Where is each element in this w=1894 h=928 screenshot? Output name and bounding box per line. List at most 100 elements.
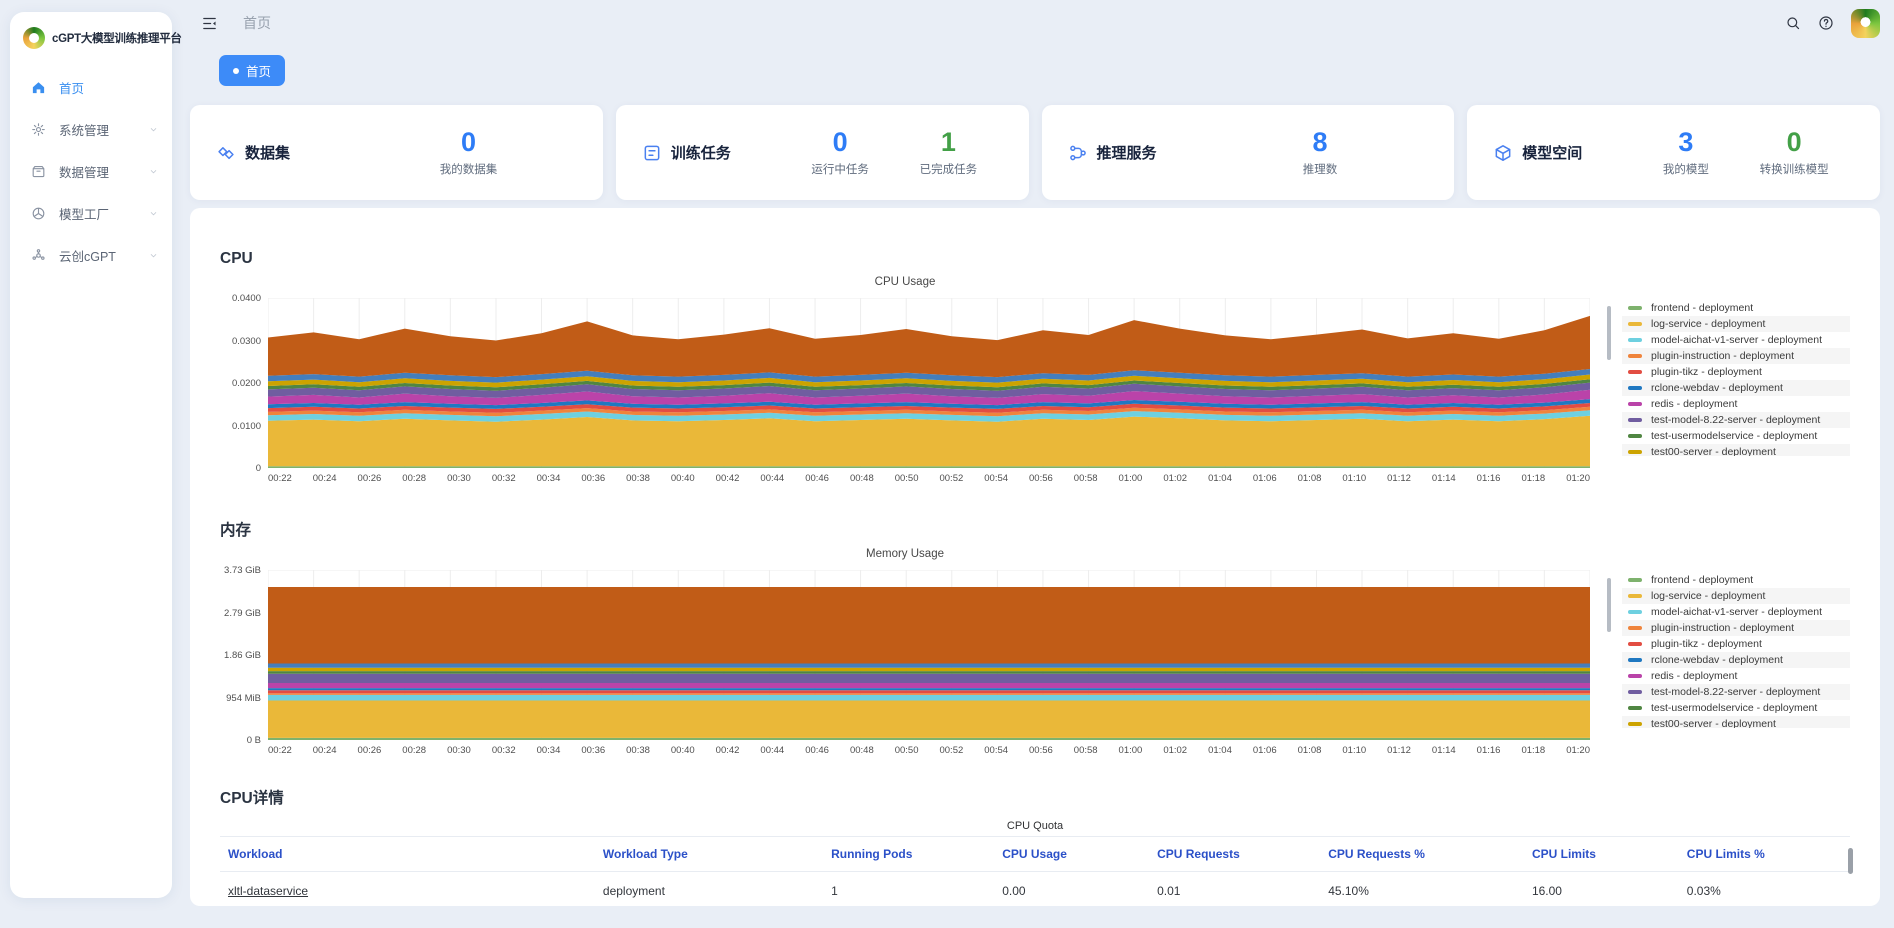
column-header: CPU Requests <box>1149 837 1320 872</box>
legend-item[interactable]: plugin-instruction - deployment <box>1622 620 1850 636</box>
workload-link[interactable]: xltl-dataservice <box>228 884 308 898</box>
dashboard-panel: CPUCPU Usage00.01000.02000.03000.040000:… <box>190 208 1880 906</box>
legend-item[interactable]: plugin-tikz - deployment <box>1622 364 1850 380</box>
legend-item[interactable]: test-usermodelservice - deployment <box>1622 700 1850 716</box>
stat-metric: 0转换训练模型 <box>1760 129 1829 177</box>
table-cell: 0.03% <box>1679 872 1850 907</box>
sidebar-menu: 首页系统管理数据管理模型工厂云创cGPT <box>10 67 172 275</box>
legend-item[interactable]: redis - deployment <box>1622 396 1850 412</box>
y-axis-tick: 0 <box>256 463 261 474</box>
x-axis-labels: 00:2200:2400:2600:2800:3000:3200:3400:36… <box>268 473 1590 484</box>
stat-card-title-text: 推理服务 <box>1097 142 1157 163</box>
cluster-icon <box>31 248 47 263</box>
legend-label: test-model-8.22-server - deployment <box>1651 414 1820 426</box>
search-icon[interactable] <box>1785 15 1801 31</box>
sidebar-item-3[interactable]: 模型工厂 <box>10 193 172 233</box>
legend-item[interactable]: frontend - deployment <box>1622 572 1850 588</box>
stat-metric: 3我的模型 <box>1663 129 1709 177</box>
legend-item[interactable]: log-service - deployment <box>1622 316 1850 332</box>
legend-item[interactable]: plugin-instruction - deployment <box>1622 348 1850 364</box>
legend-label: model-aichat-v1-server - deployment <box>1651 334 1822 346</box>
legend-item[interactable]: test-model-8.22-server - deployment <box>1622 684 1850 700</box>
x-axis-tick: 01:06 <box>1253 745 1277 756</box>
x-axis-tick: 00:26 <box>358 473 382 484</box>
y-axis-tick: 0.0300 <box>232 336 261 347</box>
legend-swatch <box>1628 386 1642 390</box>
stat-label: 我的模型 <box>1663 161 1709 177</box>
legend-swatch <box>1628 322 1642 326</box>
workload-cell: xltl-dataservice <box>220 872 595 907</box>
legend-label: plugin-tikz - deployment <box>1651 366 1762 378</box>
sidebar-collapse-icon[interactable] <box>201 15 218 32</box>
y-axis-tick: 0 B <box>247 735 261 746</box>
legend-item[interactable]: plugin-tikz - deployment <box>1622 636 1850 652</box>
legend-item[interactable]: test00-server - deployment <box>1622 444 1850 456</box>
x-axis-tick: 00:28 <box>402 745 426 756</box>
logo-row: cGPT大模型训练推理平台 <box>10 12 172 67</box>
x-axis-tick: 01:14 <box>1432 473 1456 484</box>
legend-swatch <box>1628 594 1642 598</box>
x-axis-tick: 00:26 <box>358 745 382 756</box>
x-axis-tick: 01:10 <box>1342 473 1366 484</box>
stat-card-title-text: 模型空间 <box>1522 142 1582 163</box>
x-axis-tick: 00:48 <box>850 745 874 756</box>
x-axis-tick: 01:16 <box>1477 745 1501 756</box>
inference-icon <box>1068 143 1088 163</box>
stat-label: 推理数 <box>1303 161 1338 177</box>
legend-item[interactable]: log-service - deployment <box>1622 588 1850 604</box>
table-scrollbar[interactable] <box>1848 848 1853 874</box>
x-axis-tick: 00:50 <box>895 745 919 756</box>
chart-title: Memory Usage <box>220 548 1590 560</box>
legend-item[interactable]: redis - deployment <box>1622 668 1850 684</box>
sidebar-item-0[interactable]: 首页 <box>10 67 172 107</box>
table-cell: deployment <box>595 872 823 907</box>
legend-item[interactable]: frontend - deployment <box>1622 300 1850 316</box>
sidebar-item-1[interactable]: 系统管理 <box>10 109 172 149</box>
stat-cards-row: 数据集0我的数据集训练任务0运行中任务1已完成任务推理服务8推理数模型空间3我的… <box>190 105 1880 200</box>
table-body: xltl-dataservicedeployment10.000.0145.10… <box>220 872 1850 907</box>
stat-metric: 0运行中任务 <box>811 129 869 177</box>
legend-label: test-model-8.22-server - deployment <box>1651 686 1820 698</box>
x-axis-tick: 00:28 <box>402 473 426 484</box>
avatar[interactable] <box>1851 9 1880 38</box>
stat-card-2: 推理服务8推理数 <box>1042 105 1455 200</box>
legend-item[interactable]: test-model-8.22-server - deployment <box>1622 412 1850 428</box>
help-icon[interactable] <box>1818 15 1834 31</box>
legend-swatch <box>1628 706 1642 710</box>
x-axis-tick: 01:10 <box>1342 745 1366 756</box>
x-axis-tick: 00:24 <box>313 745 337 756</box>
sidebar-item-2[interactable]: 数据管理 <box>10 151 172 191</box>
legend-scrollbar[interactable] <box>1607 578 1611 632</box>
legend-item[interactable]: test00-server - deployment <box>1622 716 1850 728</box>
legend-item[interactable]: rclone-webdav - deployment <box>1622 652 1850 668</box>
x-axis-tick: 00:32 <box>492 745 516 756</box>
x-axis-tick: 01:04 <box>1208 473 1232 484</box>
legend-swatch <box>1628 690 1642 694</box>
sidebar-item-4[interactable]: 云创cGPT <box>10 235 172 275</box>
x-axis-tick: 00:52 <box>939 745 963 756</box>
legend-label: plugin-instruction - deployment <box>1651 350 1794 362</box>
legend-item[interactable]: test-usermodelservice - deployment <box>1622 428 1850 444</box>
legend-item[interactable]: rclone-webdav - deployment <box>1622 380 1850 396</box>
x-axis-tick: 00:50 <box>895 473 919 484</box>
stat-card-title-text: 训练任务 <box>671 142 731 163</box>
storage-icon <box>31 164 47 179</box>
table-cell: 45.10% <box>1320 872 1524 907</box>
y-axis-tick: 1.86 GiB <box>224 650 261 661</box>
tab-label: 首页 <box>246 61 271 80</box>
x-axis-tick: 01:02 <box>1163 473 1187 484</box>
x-axis-tick: 00:44 <box>760 745 784 756</box>
x-axis-tick: 00:54 <box>984 745 1008 756</box>
tab-active-dot <box>233 68 239 74</box>
legend-scrollbar[interactable] <box>1607 306 1611 360</box>
legend-label: plugin-tikz - deployment <box>1651 638 1762 650</box>
tab-home[interactable]: 首页 <box>219 55 285 86</box>
cpu-chart-section: CPUCPU Usage00.01000.02000.03000.040000:… <box>220 250 1850 484</box>
stacked-area-plot <box>268 298 1590 468</box>
legend-item[interactable]: model-aichat-v1-server - deployment <box>1622 604 1850 620</box>
x-axis-tick: 01:08 <box>1298 745 1322 756</box>
table-cell: 0.01 <box>1149 872 1320 907</box>
stat-metrics: 3我的模型 0转换训练模型 <box>1638 129 1854 177</box>
legend-item[interactable]: model-aichat-v1-server - deployment <box>1622 332 1850 348</box>
legend-label: test00-server - deployment <box>1651 718 1776 728</box>
